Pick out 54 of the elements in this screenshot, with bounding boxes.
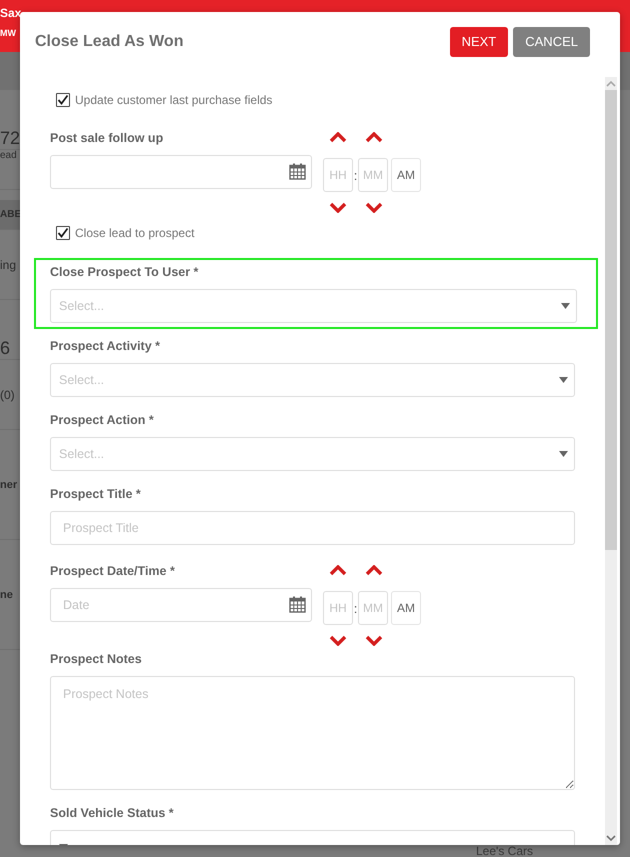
time-separator: : <box>353 600 358 616</box>
checkbox-label: Update customer last purchase fields <box>75 93 272 107</box>
checkbox-label: Close lead to prospect <box>75 226 194 240</box>
brand-text: Sax <box>0 6 20 20</box>
minute-field[interactable]: MM <box>358 591 388 625</box>
calendar-icon[interactable] <box>289 596 306 613</box>
background-text: (0) <box>0 388 15 402</box>
date-field[interactable]: Date <box>50 588 312 622</box>
background-text: ABE <box>0 209 22 220</box>
dropdown-caret-icon[interactable] <box>559 377 568 383</box>
dialog-title: Close Lead As Won <box>35 32 184 50</box>
field-label: Prospect Activity * <box>50 339 161 355</box>
am-pm-toggle[interactable]: AM <box>391 158 421 192</box>
chevron-up-icon[interactable] <box>365 565 383 576</box>
field-label: Sold Vehicle Status * <box>50 806 175 822</box>
chevron-down-icon[interactable] <box>365 202 383 213</box>
chevron-up-icon[interactable] <box>329 565 347 576</box>
chevron-up-icon[interactable] <box>365 132 383 143</box>
background-text: ne <box>0 588 13 600</box>
am-pm-toggle[interactable]: AM <box>391 591 421 625</box>
background-text: ing <box>0 258 16 272</box>
background-text: 72 <box>0 128 20 149</box>
field-label: Prospect Title * <box>50 487 142 503</box>
field-label: Prospect Date/Time * <box>50 564 176 580</box>
checkbox[interactable] <box>56 93 70 107</box>
scrollbar-thumb[interactable] <box>605 90 617 550</box>
chevron-down-icon[interactable] <box>329 635 347 646</box>
cancel-button[interactable]: CANCEL <box>513 26 590 56</box>
time-separator: : <box>353 168 358 182</box>
hour-field[interactable]: HH <box>323 158 353 192</box>
scrollbar[interactable] <box>605 77 617 845</box>
dropdown-caret-icon[interactable] <box>559 451 568 457</box>
next-button[interactable]: NEXT <box>450 26 508 56</box>
input-field[interactable]: Prospect Title <box>50 511 575 545</box>
hour-field[interactable]: HH <box>323 591 353 625</box>
background-text: Lee's Cars <box>476 845 534 857</box>
background-text: 6 <box>0 338 10 359</box>
date-field[interactable] <box>50 155 312 189</box>
field-label: Close Prospect To User * <box>50 265 200 281</box>
calendar-icon[interactable] <box>289 163 306 180</box>
chevron-up-icon[interactable] <box>329 132 347 143</box>
scroll-down-icon[interactable] <box>606 834 616 842</box>
background-text: ner <box>0 478 18 490</box>
field-label: Prospect Notes <box>50 652 143 668</box>
dropdown-caret-icon[interactable] <box>561 303 570 309</box>
minute-field[interactable]: MM <box>358 158 388 192</box>
chevron-down-icon[interactable] <box>329 202 347 213</box>
background-text: ead <box>0 150 17 161</box>
field-label: Prospect Action * <box>50 413 155 429</box>
notes-field[interactable]: Prospect Notes <box>50 676 575 790</box>
field-label: Post sale follow up <box>50 131 164 147</box>
chevron-down-icon[interactable] <box>365 635 383 646</box>
brand-subtext: MW <box>0 28 17 38</box>
checkbox[interactable] <box>56 226 70 240</box>
